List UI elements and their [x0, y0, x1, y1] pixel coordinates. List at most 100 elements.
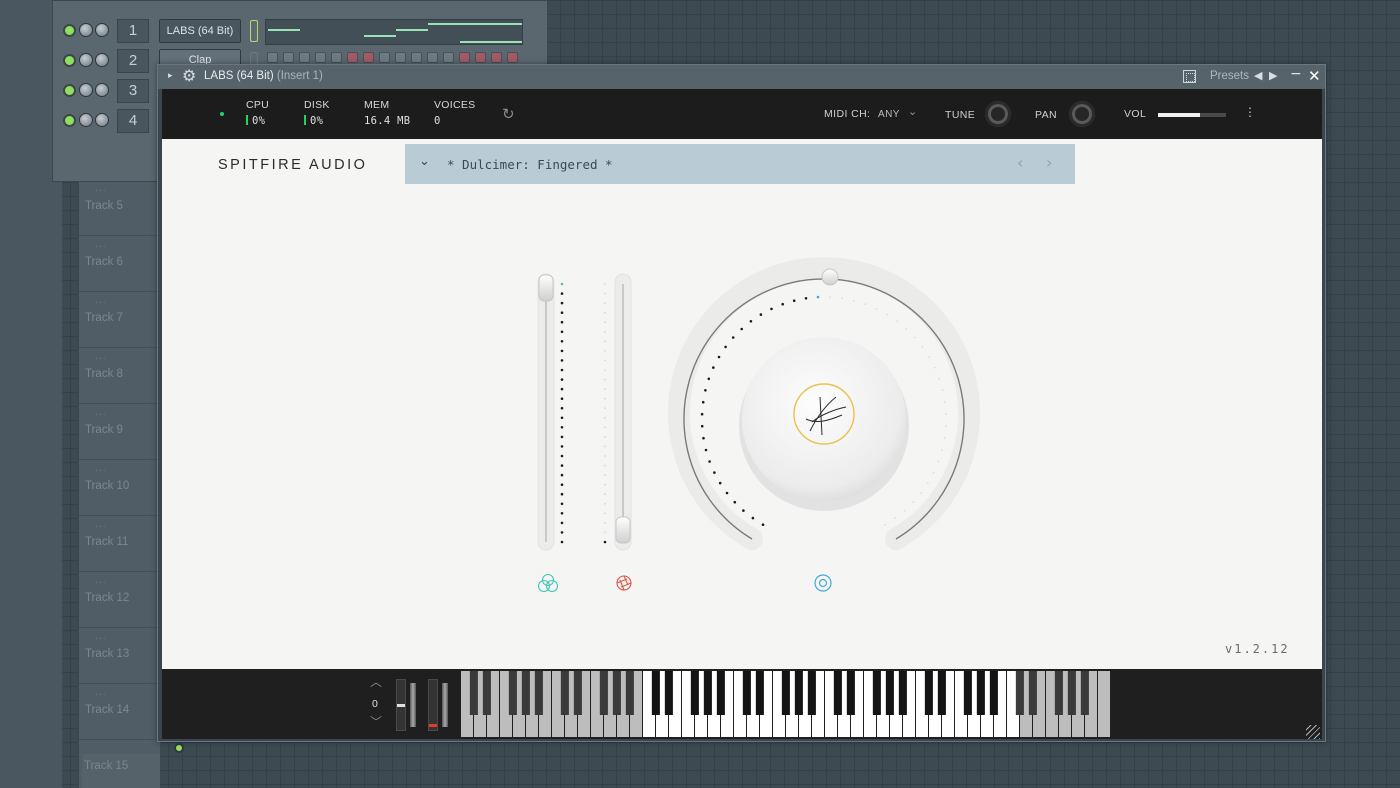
tune-knob[interactable] — [985, 101, 1011, 127]
refresh-icon[interactable]: ↻ — [502, 105, 515, 123]
black-key[interactable] — [664, 671, 673, 715]
black-key[interactable] — [742, 671, 751, 715]
mixer-track-number[interactable]: 3 — [117, 79, 149, 103]
channel-volume-knob[interactable] — [79, 53, 93, 67]
reverb-dial[interactable] — [668, 257, 980, 550]
black-key[interactable] — [1080, 671, 1089, 715]
next-preset-icon[interactable]: ▶ — [1269, 69, 1277, 82]
channel-volume-knob[interactable] — [79, 83, 93, 97]
chevron-down-icon[interactable]: ⌄ — [908, 105, 917, 118]
channel-pan-knob[interactable] — [95, 23, 109, 37]
black-key[interactable] — [521, 671, 530, 715]
step-button[interactable] — [315, 52, 326, 63]
step-button[interactable] — [347, 52, 358, 63]
black-key[interactable] — [885, 671, 894, 715]
close-icon[interactable]: ✕ — [1308, 67, 1321, 85]
playlist-track-row[interactable]: ... Track 5 — [79, 180, 161, 236]
black-key[interactable] — [794, 671, 803, 715]
playlist-track-row[interactable]: ... Track 11 — [79, 516, 161, 572]
black-key[interactable] — [534, 671, 543, 715]
white-key[interactable] — [1098, 671, 1110, 737]
channel-mute-led[interactable] — [65, 56, 74, 65]
step-button[interactable] — [475, 52, 486, 63]
step-button[interactable] — [267, 52, 278, 63]
black-key[interactable] — [846, 671, 855, 715]
previous-preset-icon[interactable]: ◀ — [1254, 69, 1262, 82]
more-options-icon[interactable]: ⋮ — [1244, 105, 1256, 119]
channel-mute-led[interactable] — [65, 116, 74, 125]
black-key[interactable] — [781, 671, 790, 715]
playlist-track-row[interactable]: ... Track 6 — [79, 236, 161, 292]
fader2-handle[interactable] — [615, 516, 631, 544]
step-button[interactable] — [331, 52, 342, 63]
channel-pan-knob[interactable] — [95, 83, 109, 97]
fader1-handle[interactable] — [538, 274, 554, 302]
channel-volume-knob[interactable] — [79, 23, 93, 37]
step-button[interactable] — [507, 52, 518, 63]
black-key[interactable] — [898, 671, 907, 715]
black-key[interactable] — [937, 671, 946, 715]
mod-wheel[interactable] — [428, 679, 438, 731]
mixer-track-number[interactable]: 4 — [117, 109, 149, 133]
channel-pan-knob[interactable] — [95, 113, 109, 127]
pitch-wheel[interactable] — [396, 679, 406, 731]
black-key[interactable] — [703, 671, 712, 715]
step-button[interactable] — [459, 52, 470, 63]
black-key[interactable] — [716, 671, 725, 715]
black-key[interactable] — [599, 671, 608, 715]
presets-button[interactable]: Presets — [1210, 70, 1249, 82]
step-button[interactable] — [299, 52, 310, 63]
octave-up-icon[interactable]: ︿ — [370, 673, 382, 690]
black-key[interactable] — [573, 671, 582, 715]
expression-fader[interactable] — [537, 273, 564, 551]
mixer-track-number[interactable]: 1 — [117, 19, 149, 43]
playlist-grid-led[interactable] — [174, 743, 184, 753]
playlist-track-row[interactable]: ... Track 7 — [79, 292, 161, 348]
black-key[interactable] — [924, 671, 933, 715]
black-key[interactable] — [1054, 671, 1063, 715]
piano-roll-preview[interactable] — [265, 19, 523, 45]
black-key[interactable] — [690, 671, 699, 715]
step-button[interactable] — [443, 52, 454, 63]
track-15-tab[interactable]: Track 15 — [82, 754, 160, 788]
playlist-track-row[interactable]: ... Track 12 — [79, 572, 161, 628]
channel-name-button[interactable]: LABS (64 Bit) — [159, 19, 241, 43]
dynamics-fader[interactable] — [603, 273, 632, 551]
black-key[interactable] — [651, 671, 660, 715]
playlist-track-row[interactable]: ... Track 10 — [79, 460, 161, 516]
channel-volume-knob[interactable] — [79, 113, 93, 127]
octave-down-icon[interactable]: ﹀ — [370, 713, 382, 730]
step-button[interactable] — [411, 52, 422, 63]
step-button[interactable] — [363, 52, 374, 63]
resize-grip-icon[interactable] — [1306, 725, 1320, 739]
grid-icon[interactable] — [1183, 70, 1196, 83]
black-key[interactable] — [989, 671, 998, 715]
volume-slider[interactable] — [1158, 113, 1226, 117]
channel-mute-led[interactable] — [65, 86, 74, 95]
black-key[interactable] — [833, 671, 842, 715]
channel-mute-led[interactable] — [65, 26, 74, 35]
black-key[interactable] — [508, 671, 517, 715]
mixer-track-number[interactable]: 2 — [117, 49, 149, 73]
black-key[interactable] — [625, 671, 634, 715]
playlist-track-row[interactable]: ... Track 8 — [79, 348, 161, 404]
collapse-arrow-icon[interactable]: ▸ — [168, 71, 173, 81]
playlist-track-row[interactable]: ... Track 9 — [79, 404, 161, 460]
black-key[interactable] — [482, 671, 491, 715]
black-key[interactable] — [469, 671, 478, 715]
black-key[interactable] — [560, 671, 569, 715]
playlist-track-row[interactable]: ... Track 13 — [79, 628, 161, 684]
black-key[interactable] — [1067, 671, 1076, 715]
black-key[interactable] — [807, 671, 816, 715]
black-key[interactable] — [755, 671, 764, 715]
black-key[interactable] — [976, 671, 985, 715]
minimize-icon[interactable]: − — [1290, 66, 1302, 82]
step-button[interactable] — [379, 52, 390, 63]
playlist-track-row[interactable]: ... Track 14 — [79, 684, 161, 740]
gear-icon[interactable]: ⚙ — [182, 67, 196, 85]
step-button[interactable] — [427, 52, 438, 63]
dial-handle[interactable] — [821, 268, 839, 286]
black-key[interactable] — [872, 671, 881, 715]
black-key[interactable] — [612, 671, 621, 715]
step-button[interactable] — [395, 52, 406, 63]
